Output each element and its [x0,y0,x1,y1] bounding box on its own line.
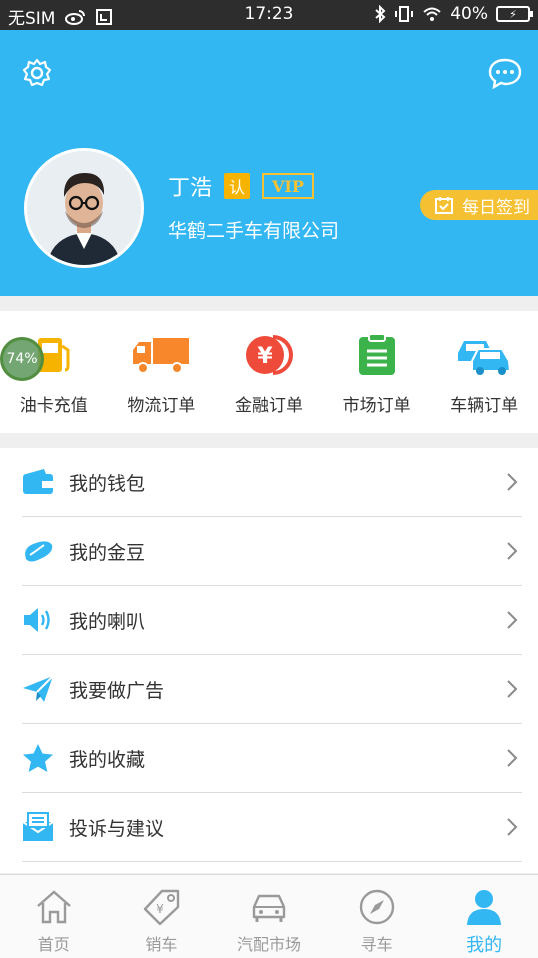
menu-label: 我的收藏 [69,748,146,771]
chevron-right-icon [502,541,522,561]
quick-action-logistics[interactable]: 物流订单 [108,311,216,433]
tab-find-car[interactable]: 寻车 [323,875,431,958]
menu-label: 投诉与建议 [69,817,165,840]
tab-sell-car[interactable]: ¥ 销车 [108,875,216,958]
menu-item-beans[interactable]: 我的金豆 [22,517,522,586]
quick-action-label: 物流订单 [127,396,196,416]
avatar[interactable] [24,148,144,268]
price-tag-icon: ¥ [141,887,181,927]
profile-header: 丁浩 认 VIP 华鹤二手车有限公司 每日签到 [0,30,538,296]
bluetooth-icon [374,5,386,23]
quick-action-label: 油卡充值 [19,396,88,416]
quick-action-label: 金融订单 [234,396,303,416]
quick-action-label: 市场订单 [342,396,411,416]
menu-label: 我要做广告 [69,679,165,702]
tab-label: 我的 [466,935,503,956]
clipboard-icon [347,333,407,377]
status-bar: 无SIM 17:23 40% ⚡ [0,0,538,30]
home-icon [34,887,74,927]
battery-percent: 40% [450,4,488,24]
truck-icon [131,333,191,377]
menu-label: 我的喇叭 [69,610,146,633]
company-name: 华鹤二手车有限公司 [168,220,340,242]
chevron-right-icon [502,679,522,699]
quick-action-vehicle[interactable]: 车辆订单 [430,311,538,433]
wallet-icon [22,466,54,498]
menu-label: 我的钱包 [69,472,146,495]
user-icon [464,887,504,927]
verified-badge: 认 [224,173,251,199]
settings-button[interactable] [20,56,54,90]
menu-item-feedback[interactable]: 投诉与建议 [22,793,522,862]
battery-icon: ⚡ [496,6,533,22]
menu-item-wallet[interactable]: 我的钱包 [22,448,522,517]
checkin-label: 每日签到 [462,197,530,218]
svg-text:¥: ¥ [257,344,273,369]
chevron-right-icon [502,472,522,492]
floating-accelerator-bubble[interactable]: 74% [0,337,44,381]
menu-item-favorites[interactable]: 我的收藏 [22,724,522,793]
vibrate-icon [394,5,414,23]
quick-action-market[interactable]: 市场订单 [323,311,431,433]
menu-label: 我的金豆 [69,541,146,564]
quick-action-label: 车辆订单 [450,396,519,416]
bean-icon [22,535,54,567]
yen-coin-icon: ¥ [239,333,299,377]
tab-mine[interactable]: 我的 [430,875,538,958]
calendar-check-icon [435,197,453,214]
menu-item-advertise[interactable]: 我要做广告 [22,655,522,724]
tab-home[interactable]: 首页 [0,875,108,958]
chat-bubble-icon [488,58,522,89]
menu-item-speaker[interactable]: 我的喇叭 [22,586,522,655]
chevron-right-icon [502,748,522,768]
menu-list: 我的钱包 我的金豆 我的喇叭 我要做广告 我的收藏 投诉与建议 [0,448,538,873]
user-name: 丁浩 [168,176,213,201]
quick-action-finance[interactable]: ¥ 金融订单 [215,311,323,433]
quick-actions: 油卡充值 物流订单 ¥ 金融订单 市场订单 车辆订单 [0,311,538,433]
car-icon [249,887,289,927]
avatar-portrait-icon [27,151,141,265]
messages-button[interactable] [488,56,522,90]
tab-label: 首页 [37,935,70,954]
svg-text:¥: ¥ [157,902,165,916]
chevron-right-icon [502,817,522,837]
wifi-icon [422,6,442,22]
bottom-tab-bar: 首页 ¥ 销车 汽配市场 寻车 我的 [0,874,538,958]
tab-label: 寻车 [360,935,393,954]
daily-checkin-button[interactable]: 每日签到 [420,190,538,220]
paper-plane-icon [22,673,54,705]
gear-icon [22,58,52,87]
chevron-right-icon [502,610,522,630]
tab-parts-market[interactable]: 汽配市场 [215,875,323,958]
mail-icon [22,811,54,843]
star-icon [22,742,54,774]
name-row: 丁浩 认 VIP [168,170,314,202]
speaker-icon [22,604,54,636]
compass-icon [357,887,397,927]
tab-label: 销车 [145,935,178,954]
vip-badge: VIP [262,173,314,199]
cars-icon [454,333,514,377]
tab-label: 汽配市场 [236,935,301,954]
